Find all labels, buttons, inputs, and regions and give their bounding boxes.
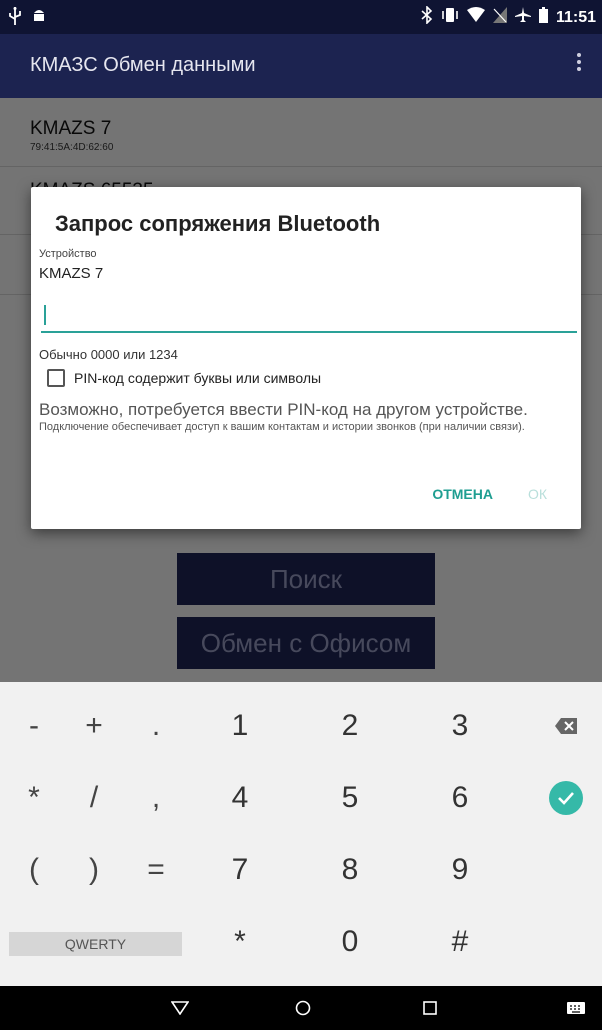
key[interactable]: ) xyxy=(64,840,124,900)
pin-warning: Возможно, потребуется ввести PIN-код на … xyxy=(39,400,528,419)
status-bar: 11:51 xyxy=(0,0,602,34)
key[interactable]: 9 xyxy=(430,840,490,900)
back-icon[interactable] xyxy=(160,986,200,1030)
key[interactable]: # xyxy=(430,912,490,972)
system-nav-bar xyxy=(0,986,602,1030)
dialog-title: Запрос сопряжения Bluetooth xyxy=(55,211,381,236)
keyboard-icon[interactable] xyxy=(556,986,596,1030)
device-label: Устройство xyxy=(39,248,97,260)
recents-icon[interactable] xyxy=(410,986,450,1030)
key[interactable]: 8 xyxy=(320,840,380,900)
key[interactable]: 0 xyxy=(320,912,380,972)
key[interactable]: . xyxy=(126,696,186,756)
signal-off-icon xyxy=(492,7,507,28)
numeric-keyboard: - + . 1 2 3 * / , 4 5 6 ( ) = 7 8 9 QWER… xyxy=(0,682,602,986)
ok-button[interactable]: ОК xyxy=(528,486,547,502)
checkbox-label: PIN-код содержит буквы или символы xyxy=(74,370,322,386)
access-note: Подключение обеспечивает доступ к вашим … xyxy=(39,421,525,433)
bluetooth-pairing-dialog: Запрос сопряжения Bluetooth Устройство K… xyxy=(31,187,581,529)
key[interactable]: 2 xyxy=(320,696,380,756)
clock: 11:51 xyxy=(555,8,596,26)
key[interactable]: / xyxy=(64,768,124,828)
device-name: KMAZS 7 xyxy=(39,265,104,282)
key[interactable]: * xyxy=(210,912,270,972)
alphanumeric-pin-option[interactable]: PIN-код содержит буквы или символы xyxy=(47,369,321,387)
airplane-icon xyxy=(514,7,531,28)
app-bar: КМАЗС Обмен данными xyxy=(0,34,602,98)
overflow-menu-icon[interactable] xyxy=(576,52,582,75)
check-circle-icon[interactable] xyxy=(536,768,596,828)
key[interactable]: 4 xyxy=(210,768,270,828)
pin-contains-letters-checkbox[interactable] xyxy=(47,369,65,387)
usb-icon xyxy=(8,7,22,30)
vibrate-icon xyxy=(441,7,459,28)
key[interactable]: + xyxy=(64,696,124,756)
bluetooth-icon xyxy=(421,5,433,29)
qwerty-switch-key[interactable]: QWERTY xyxy=(9,932,182,956)
pin-input[interactable] xyxy=(41,297,577,333)
key[interactable]: 3 xyxy=(430,696,490,756)
battery-icon xyxy=(538,7,548,28)
wifi-icon xyxy=(466,7,485,28)
home-icon[interactable] xyxy=(283,986,323,1030)
key[interactable]: = xyxy=(126,840,186,900)
key[interactable]: * xyxy=(4,768,64,828)
key[interactable]: 5 xyxy=(320,768,380,828)
key[interactable]: , xyxy=(126,768,186,828)
backspace-icon[interactable] xyxy=(536,696,596,756)
key[interactable]: 7 xyxy=(210,840,270,900)
cancel-button[interactable]: ОТМЕНА xyxy=(432,486,493,502)
key[interactable]: ( xyxy=(4,840,64,900)
key[interactable]: - xyxy=(4,696,64,756)
android-debug-icon xyxy=(32,7,46,30)
text-cursor xyxy=(44,305,46,325)
app-title: КМАЗС Обмен данными xyxy=(30,54,256,76)
key[interactable]: 6 xyxy=(430,768,490,828)
pin-hint: Обычно 0000 или 1234 xyxy=(39,347,178,362)
key[interactable]: 1 xyxy=(210,696,270,756)
